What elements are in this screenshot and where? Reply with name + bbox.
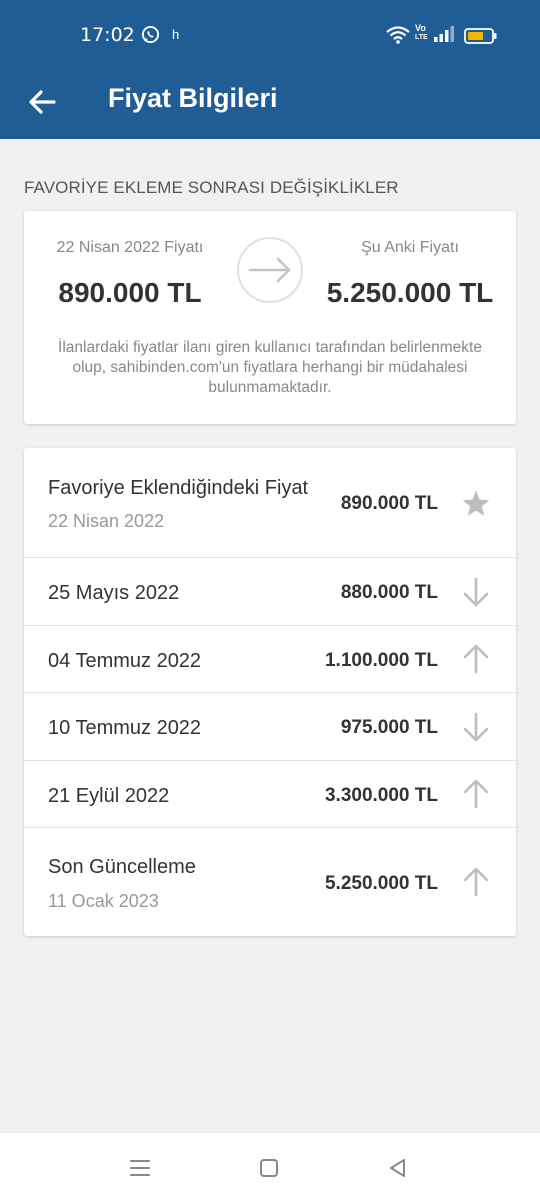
signal-icon <box>434 26 454 42</box>
status-bar: 17:02 h Vo LTE <box>0 0 540 72</box>
app-header: 17:02 h Vo LTE Fiyat Bilgileri <box>0 0 540 139</box>
arrow-back-icon <box>29 90 56 114</box>
list-item-date: 22 Nisan 2022 <box>48 511 165 531</box>
list-item-price: 880.000 TL <box>340 582 438 603</box>
list-item-price: 890.000 TL <box>340 493 438 514</box>
list-item: Favoriye Eklendiğindeki Fiyat 22 Nisan 2… <box>24 448 516 557</box>
list-item: 25 Mayıs 2022 880.000 TL <box>24 557 516 625</box>
current-price-value: 5.250.000 TL <box>326 277 494 308</box>
arrow-down-icon <box>463 577 489 607</box>
price-history-list: Favoriye Eklendiğindeki Fiyat 22 Nisan 2… <box>24 448 516 936</box>
menu-icon[interactable] <box>125 1153 155 1183</box>
arrow-up-icon <box>463 644 489 674</box>
price-disclaimer: İlanlardaki fiyatlar ilanı giren kullanı… <box>58 339 482 396</box>
arrow-up-icon <box>463 867 489 897</box>
page-title: Fiyat Bilgileri <box>108 83 278 113</box>
whatsapp-icon <box>141 25 160 44</box>
list-item: 21 Eylül 2022 3.300.000 TL <box>24 760 516 827</box>
current-price-label: Şu Anki Fiyatı <box>361 239 459 256</box>
back-triangle-icon[interactable] <box>383 1153 413 1183</box>
toolbar: Fiyat Bilgileri <box>0 72 540 139</box>
list-item-title: Favoriye Eklendiğindeki Fiyat <box>48 477 309 499</box>
list-item-price: 3.300.000 TL <box>324 785 438 806</box>
status-time: 17:02 <box>80 24 135 46</box>
list-item-date: 21 Eylül 2022 <box>48 785 170 807</box>
arrow-down-icon <box>463 712 489 742</box>
list-item-date: 10 Temmuz 2022 <box>48 717 202 739</box>
list-item-price: 5.250.000 TL <box>324 873 438 894</box>
list-item-price: 1.100.000 TL <box>324 650 438 671</box>
list-item-price: 975.000 TL <box>340 717 438 738</box>
list-item-title: Son Güncelleme <box>48 856 196 878</box>
list-item: 04 Temmuz 2022 1.100.000 TL <box>24 625 516 692</box>
battery-icon <box>464 28 497 44</box>
home-icon[interactable] <box>254 1153 284 1183</box>
list-item: 10 Temmuz 2022 975.000 TL <box>24 692 516 760</box>
section-title: FAVORİYE EKLEME SONRASI DEĞİŞİKLİKLER <box>24 178 399 197</box>
list-item-date: 04 Temmuz 2022 <box>48 650 202 672</box>
star-icon <box>462 490 490 516</box>
list-item: Son Güncelleme 11 Ocak 2023 5.250.000 TL <box>24 827 516 936</box>
arrow-up-icon <box>463 779 489 809</box>
list-item-date: 11 Ocak 2023 <box>48 891 159 911</box>
back-button[interactable] <box>20 78 68 126</box>
initial-price-label: 22 Nisan 2022 Fiyatı <box>56 239 204 256</box>
system-nav-bar <box>0 1133 540 1200</box>
status-icons: Vo LTE <box>382 22 502 48</box>
price-summary-card: 22 Nisan 2022 Fiyatı 890.000 TL Şu Anki … <box>24 211 516 424</box>
wifi-icon <box>386 26 410 44</box>
initial-price-value: 890.000 TL <box>58 277 202 308</box>
list-item-date: 25 Mayıs 2022 <box>48 582 180 604</box>
arrow-right-icon <box>237 237 303 303</box>
status-extra-indicator: h <box>172 27 180 42</box>
volte-indicator: Vo LTE <box>415 23 428 42</box>
